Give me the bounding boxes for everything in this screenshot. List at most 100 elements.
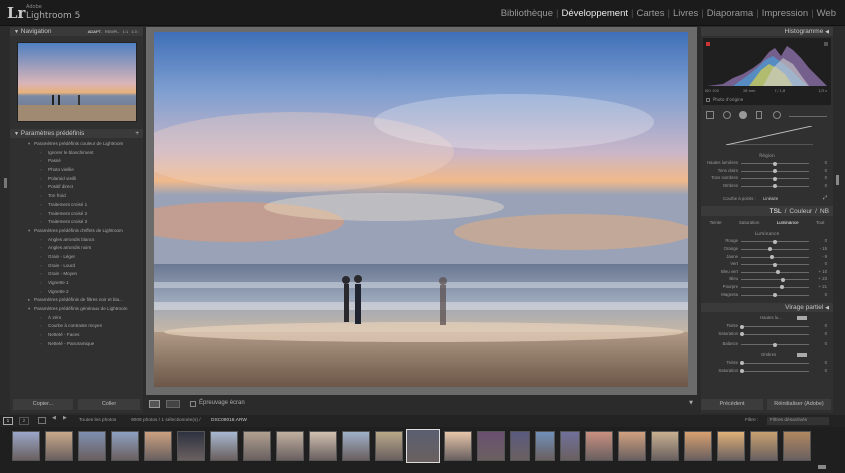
slider-value[interactable]: - 15 <box>820 246 827 251</box>
presets-header[interactable]: ▼ Paramètres prédéfinis + <box>10 129 143 138</box>
highlight-slider-row[interactable]: Teinte 0 <box>701 322 833 330</box>
slider-track[interactable] <box>740 324 809 329</box>
tone-slider-row[interactable]: Tons sombres 0 <box>701 174 833 182</box>
filmstrip[interactable] <box>0 427 845 473</box>
slider-track[interactable] <box>741 262 809 267</box>
preset-item[interactable]: ▫ À zéro <box>10 314 143 323</box>
filmstrip-thumbnail[interactable] <box>477 431 505 461</box>
module-tab-3[interactable]: Livres <box>670 8 701 19</box>
image-canvas[interactable] <box>146 27 697 395</box>
preset-item[interactable]: ▫ Polaroid vieilli <box>10 175 143 184</box>
left-panel-scrollbar[interactable] <box>4 178 7 188</box>
preset-item[interactable]: ▫ Traitement croisé 2 <box>10 210 143 219</box>
filmstrip-thumbnail[interactable] <box>585 431 613 461</box>
module-tab-6[interactable]: Web <box>814 8 839 19</box>
slider-knob[interactable] <box>740 324 745 329</box>
slider-knob[interactable] <box>773 239 777 244</box>
preset-item[interactable]: ▫ Traitement croisé 1 <box>10 201 143 210</box>
preset-folder[interactable]: ▾ Paramètres prédéfinis couleur de Lightr… <box>10 140 143 149</box>
luminance-slider-row[interactable]: Jaune - 9 <box>701 253 833 261</box>
highlight-slider-row[interactable]: Saturation 0 <box>701 330 833 338</box>
slider-knob[interactable] <box>780 277 785 282</box>
preset-item[interactable]: ▫ Netteté - Panoramique <box>10 340 143 349</box>
slider-value[interactable]: 0 <box>825 341 827 346</box>
slider-track[interactable] <box>741 270 809 275</box>
slider-value[interactable]: 0 <box>825 160 827 165</box>
hsl-mode-0[interactable]: TSL <box>770 208 782 215</box>
preset-item[interactable]: ▫ Angles arrondis noirs <box>10 244 143 253</box>
preset-item[interactable]: ▫ Traitement croisé 3 <box>10 218 143 227</box>
slider-knob[interactable] <box>769 255 774 260</box>
preset-item[interactable]: ▫ Grain - Moyen <box>10 270 143 279</box>
preset-item[interactable]: ▫ Ton froid <box>10 192 143 201</box>
grid-view-icon[interactable] <box>38 417 46 424</box>
current-file[interactable]: DSC09018.ARW <box>211 418 247 423</box>
slider-value[interactable]: 0 <box>825 292 827 297</box>
slider-value[interactable]: 0 <box>825 175 827 180</box>
filmstrip-thumbnail[interactable] <box>78 431 106 461</box>
filmstrip-thumbnail[interactable] <box>750 431 778 461</box>
filmstrip-thumbnail[interactable] <box>111 431 139 461</box>
toolbar-menu-icon[interactable]: ▼ <box>689 400 693 406</box>
filter-dropdown[interactable]: Filtres désactivés <box>767 417 829 425</box>
preset-item[interactable]: ▫ Grain - Lourd <box>10 262 143 271</box>
luminance-slider-row[interactable]: Rouge 0 <box>701 237 833 245</box>
slider-value[interactable]: 0 <box>825 368 827 373</box>
luminance-slider-row[interactable]: Vert 0 <box>701 260 833 268</box>
reset-button[interactable]: Réinitialiser (Adobe) <box>767 399 831 410</box>
filmstrip-thumbnail[interactable] <box>342 431 370 461</box>
previous-button[interactable]: Précédent <box>701 399 763 410</box>
hsl-tab-3[interactable]: Tout <box>816 220 825 225</box>
slider-knob[interactable] <box>773 176 777 181</box>
module-tab-5[interactable]: Impression <box>759 8 811 19</box>
luminance-slider-row[interactable]: Bleu + 23 <box>701 275 833 283</box>
filmstrip-thumbnail[interactable] <box>210 431 238 461</box>
filmstrip-thumbnail[interactable] <box>45 431 73 461</box>
red-eye-icon[interactable] <box>739 111 747 119</box>
slider-value[interactable]: + 23 <box>819 276 827 281</box>
original-photo-checkbox[interactable] <box>706 98 710 102</box>
histogram-graph[interactable] <box>703 38 831 88</box>
slider-value[interactable]: 0 <box>825 183 827 188</box>
slider-track[interactable] <box>741 169 809 174</box>
preset-item[interactable]: ▫ Photo vieillie <box>10 166 143 175</box>
filmstrip-thumbnail[interactable] <box>510 431 530 461</box>
slider-knob[interactable] <box>773 262 777 267</box>
module-tab-1[interactable]: Développement <box>558 8 631 19</box>
slider-track[interactable] <box>741 255 809 260</box>
slider-knob[interactable] <box>740 361 745 366</box>
filmstrip-thumbnail[interactable] <box>651 431 679 461</box>
filmstrip-thumbnail[interactable] <box>783 431 811 461</box>
shadow-slider-row[interactable]: Teinte 0 <box>701 359 833 367</box>
preset-item[interactable]: ▫ Vignette 1 <box>10 279 143 288</box>
slider-value[interactable]: 0 <box>825 238 827 243</box>
proof-checkbox[interactable] <box>190 401 196 407</box>
filmstrip-scroll-thumb[interactable] <box>818 465 826 469</box>
zoom-option-3[interactable]: 1:3 : <box>131 29 139 34</box>
filmstrip-thumbnail[interactable] <box>535 431 555 461</box>
filmstrip-thumbnail[interactable] <box>144 431 172 461</box>
preset-item[interactable]: ▫ Vignette 2 <box>10 288 143 297</box>
filmstrip-thumbnail[interactable] <box>717 431 745 461</box>
slider-value[interactable]: 0 <box>825 168 827 173</box>
brush-slider[interactable] <box>789 116 827 117</box>
split-toning-header[interactable]: Virage partiel ◀ <box>701 303 833 313</box>
slider-track[interactable] <box>741 247 809 252</box>
module-tab-0[interactable]: Bibliothèque <box>498 8 556 19</box>
filmstrip-thumbnail[interactable] <box>560 431 580 461</box>
histogram-header[interactable]: Histogramme ◀ <box>701 27 833 36</box>
spot-removal-icon[interactable] <box>723 111 731 119</box>
slider-track[interactable] <box>741 176 809 181</box>
add-preset-button[interactable]: + <box>135 130 139 137</box>
module-tab-4[interactable]: Diaporama <box>704 8 756 19</box>
tone-curve-graph[interactable] <box>725 125 813 146</box>
paste-button[interactable]: Coller <box>78 399 140 410</box>
slider-value[interactable]: 0 <box>825 323 827 328</box>
slider-knob[interactable] <box>776 270 781 275</box>
slider-knob[interactable] <box>740 332 745 337</box>
slider-knob[interactable] <box>773 342 777 347</box>
zoom-option-0[interactable]: ADAPT. <box>88 29 102 34</box>
preset-item[interactable]: ▫ Angles arrondis blancs <box>10 236 143 245</box>
tone-slider-row[interactable]: Tons clairs 0 <box>701 167 833 175</box>
slider-track[interactable] <box>741 285 809 290</box>
